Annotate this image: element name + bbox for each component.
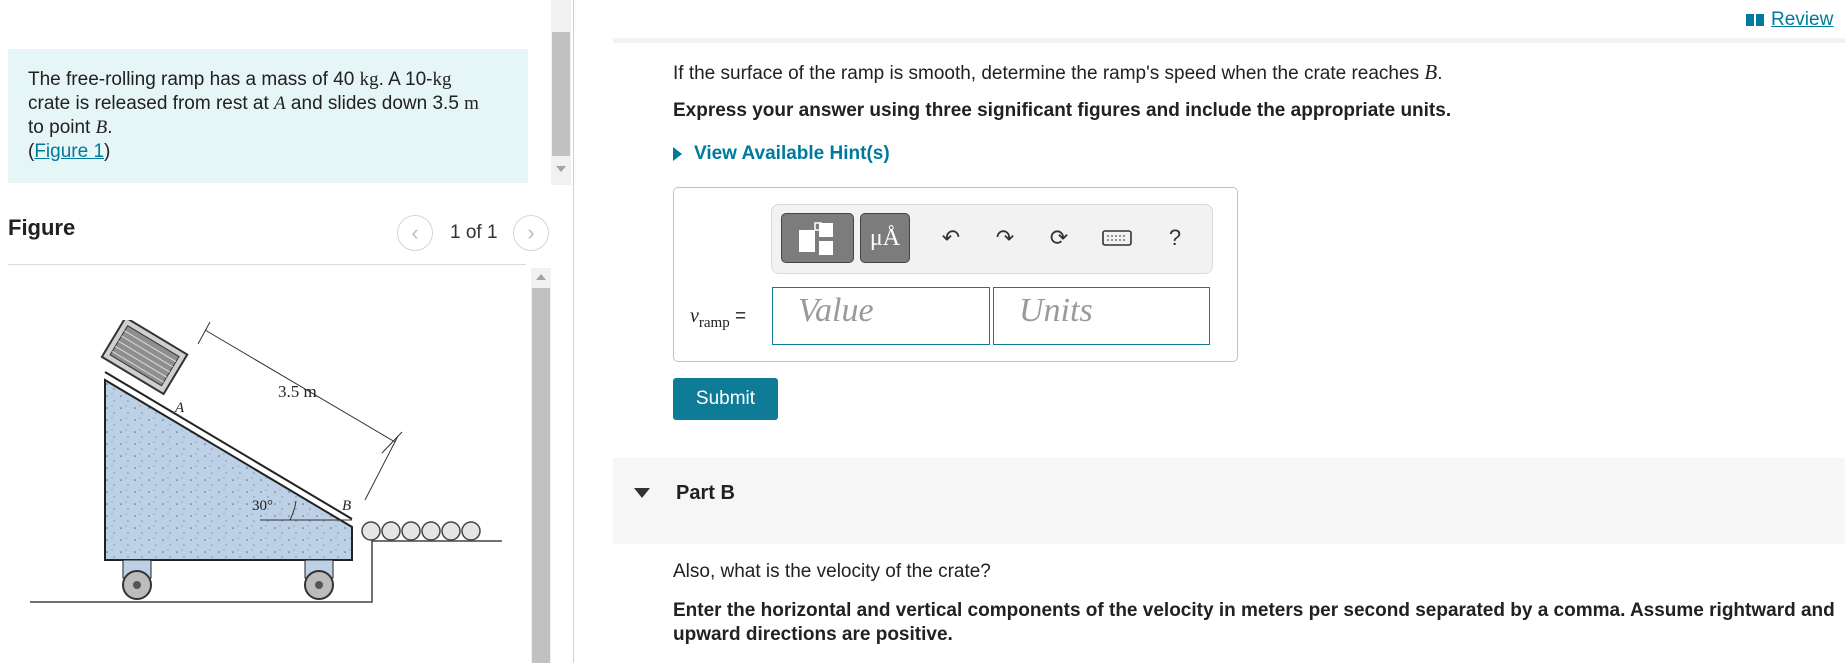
problem-statement: The free-rolling ramp has a mass of 40 k… (8, 49, 528, 183)
part-a-instruction: Express your answer using three signific… (673, 100, 1452, 121)
math-toolbar: μÅ ↶ ↷ ⟳ ? (771, 204, 1213, 274)
chevron-right-icon: › (527, 220, 535, 245)
part-b-instruction: Enter the horizontal and vertical compon… (673, 600, 1835, 645)
figure-link[interactable]: Figure 1 (34, 141, 104, 162)
reset-icon[interactable]: ⟳ (1042, 221, 1076, 255)
answer-variable-label: vramp = (690, 305, 747, 331)
figure-counter: 1 of 1 (450, 222, 498, 243)
ramp-figure: 3.5 m A B 30° (30, 320, 502, 603)
crate (100, 320, 189, 396)
ramp-wheel-left (122, 559, 152, 600)
scrollbar-thumb[interactable] (532, 288, 550, 663)
previous-figure-button[interactable]: ‹ (397, 215, 433, 251)
part-b-header[interactable] (613, 458, 1845, 544)
problem-line-3: to point B. (28, 117, 113, 138)
caret-right-icon (673, 147, 682, 161)
scroll-up-arrow[interactable] (536, 274, 546, 280)
platform-rollers (361, 521, 481, 541)
keyboard-icon[interactable] (1100, 221, 1134, 255)
part-b-question: Also, what is the velocity of the crate? (673, 561, 991, 582)
caret-down-icon[interactable] (634, 488, 650, 498)
figure-title: Figure (8, 215, 76, 240)
figure-divider (8, 264, 526, 265)
templates-icon (799, 222, 833, 255)
next-figure-button[interactable]: › (513, 215, 549, 251)
part-b-title[interactable]: Part B (676, 482, 735, 505)
dimension-tick-start (197, 321, 211, 345)
problem-line-1: The free-rolling ramp has a mass of 40 k… (28, 69, 452, 90)
problem-scrollbar[interactable] (551, 0, 571, 185)
submit-button[interactable]: Submit (673, 378, 778, 420)
distance-label: 3.5 m (278, 382, 317, 401)
dimension-extension (364, 435, 399, 501)
templates-button[interactable] (781, 213, 854, 263)
units-input[interactable]: Units (993, 287, 1210, 345)
part-a-question: If the surface of the ramp is smooth, de… (673, 60, 1443, 84)
ramp-body (104, 378, 353, 561)
chevron-left-icon: ‹ (411, 220, 419, 245)
dimension-tick-end (381, 431, 403, 454)
help-button[interactable]: ? (1158, 221, 1192, 255)
point-b-label: B (342, 498, 351, 514)
figure-reference: (Figure 1) (28, 141, 111, 162)
review-link[interactable]: Review (1745, 9, 1833, 31)
header-rule (613, 38, 1845, 43)
scroll-down-arrow[interactable] (556, 166, 566, 172)
figure-scrollbar[interactable] (531, 268, 551, 663)
pane-divider[interactable] (573, 0, 574, 663)
book-icon (1746, 14, 1764, 26)
point-a-label: A (174, 400, 185, 416)
platform-step (360, 540, 502, 603)
redo-icon[interactable]: ↷ (988, 221, 1022, 255)
undo-icon[interactable]: ↶ (934, 221, 968, 255)
ramp-wheel-right (304, 559, 334, 600)
problem-line-2: crate is released from rest at A and sli… (28, 93, 479, 114)
units-button[interactable]: μÅ (860, 213, 910, 263)
view-hints-toggle[interactable]: View Available Hint(s) (673, 143, 890, 165)
scrollbar-thumb[interactable] (552, 32, 570, 156)
value-input[interactable]: Value (772, 287, 990, 345)
angle-label: 30° (252, 498, 273, 514)
